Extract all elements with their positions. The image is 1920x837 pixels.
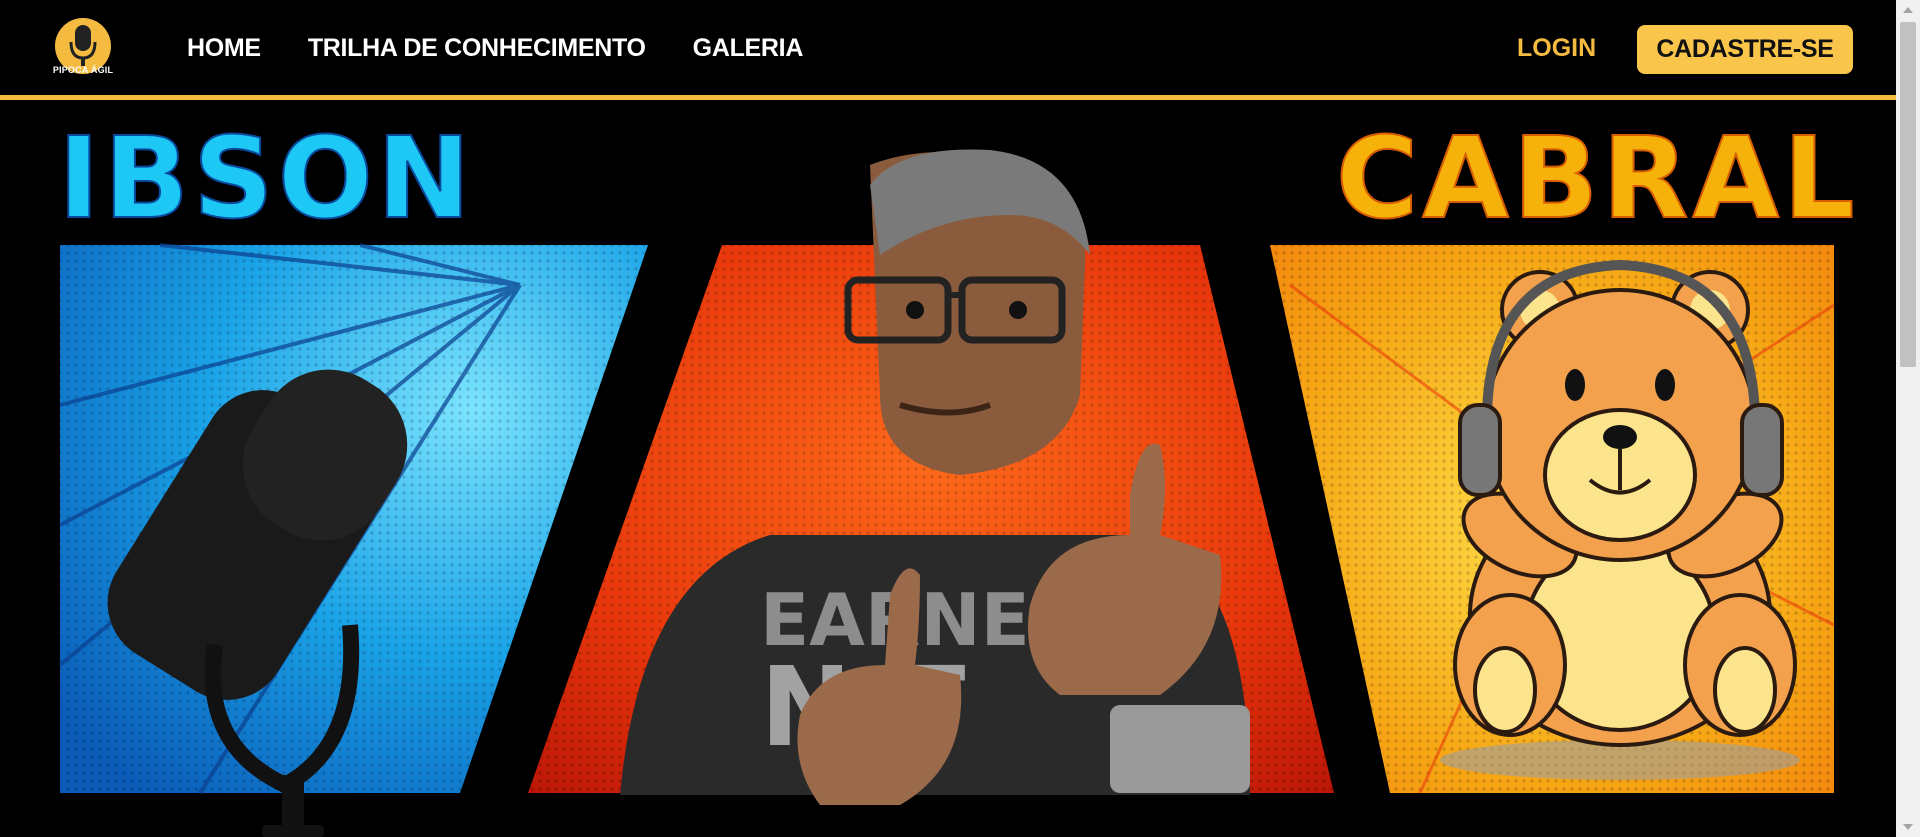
teddy-bear-panel: [1270, 245, 1835, 794]
nav-home-link[interactable]: HOME: [187, 34, 261, 63]
main-menu: HOME TRILHA DE CONHECIMENTO GALERIA: [187, 34, 803, 63]
nav-trilha-link[interactable]: TRILHA DE CONHECIMENTO: [308, 34, 646, 63]
signup-button[interactable]: CADASTRE-SE: [1637, 25, 1853, 74]
pipoca-agil-logo[interactable]: PIPOCA ÁGIL: [48, 16, 118, 80]
nav-galeria-link[interactable]: GALERIA: [693, 34, 804, 63]
scroll-up-arrow-icon[interactable]: [1903, 7, 1913, 13]
login-link[interactable]: LOGIN: [1517, 34, 1596, 63]
logo-text: PIPOCA ÁGIL: [52, 65, 114, 75]
hero-name-right: CABRAL: [1335, 114, 1859, 244]
hero-banner: EARNE N T: [0, 105, 1896, 837]
top-navbar: PIPOCA ÁGIL HOME TRILHA DE CONHECIMENTO …: [0, 0, 1896, 100]
portrait-panel: EARNE N T: [528, 149, 1334, 805]
hero-name-left: IBSON: [57, 114, 475, 244]
page-scrollbar[interactable]: [1896, 0, 1920, 837]
scroll-down-arrow-icon[interactable]: [1903, 824, 1913, 830]
scrollbar-thumb[interactable]: [1900, 22, 1916, 367]
